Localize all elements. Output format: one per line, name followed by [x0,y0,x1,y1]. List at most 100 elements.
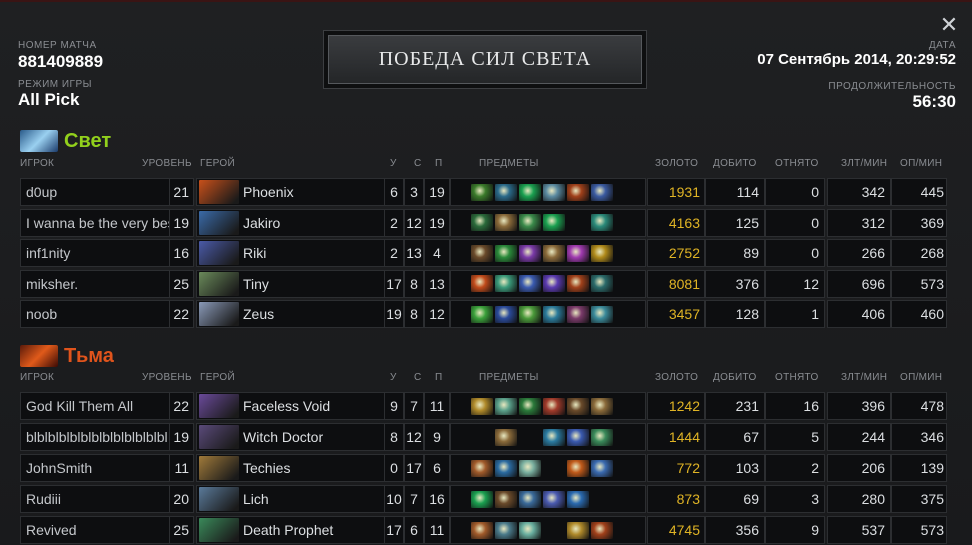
item-icon[interactable] [495,244,517,262]
column-header-denies[interactable]: ОТНЯТО [775,158,819,172]
item-icon[interactable] [471,275,493,292]
item-icon[interactable] [519,275,541,292]
item-icon[interactable] [543,305,565,323]
item-icon[interactable] [471,521,493,539]
item-icon[interactable] [543,428,565,446]
column-header-gold[interactable]: ЗОЛОТО [655,158,698,172]
column-header-assists[interactable]: П [435,158,443,172]
item-icon[interactable] [567,275,589,292]
item-icon[interactable] [591,183,613,201]
column-header-denies[interactable]: ОТНЯТО [775,372,819,386]
column-header-gpm[interactable]: ЗЛТ/МИН [841,372,887,386]
player-row[interactable]: God Kill Them All 22 Faceless Void 9 7 11 1242… [20,392,947,420]
item-icon[interactable] [495,397,517,415]
item-icon[interactable] [567,490,589,508]
item-icon[interactable] [519,305,541,323]
item-icon[interactable] [543,275,565,292]
item-icon[interactable] [591,459,613,477]
column-header-items[interactable]: ПРЕДМЕТЫ [479,158,539,172]
item-icon[interactable] [471,305,493,323]
item-icon[interactable] [567,244,589,262]
hero-cell[interactable]: Witch Doctor [196,423,386,451]
item-icon[interactable] [567,521,589,539]
item-icon[interactable] [471,244,493,262]
item-icon[interactable] [495,214,517,231]
column-header-items[interactable]: ПРЕДМЕТЫ [479,372,539,386]
item-icon[interactable] [519,490,541,508]
item-icon[interactable] [543,490,565,508]
item-icon[interactable] [591,305,613,323]
column-header-kills[interactable]: У [390,372,397,386]
item-icon[interactable] [519,397,541,415]
column-header-assists[interactable]: П [435,372,443,386]
item-icon[interactable] [495,275,517,292]
column-header-level[interactable]: УРОВЕНЬ [142,372,192,386]
player-name[interactable]: JohnSmith [20,454,170,482]
player-name[interactable]: Rudiii [20,485,170,513]
hero-cell[interactable]: Jakiro [196,208,386,237]
item-icon[interactable] [567,428,589,446]
hero-cell[interactable]: Lich [196,485,386,513]
hero-cell[interactable]: Zeus [196,300,386,328]
hero-cell[interactable]: Faceless Void [196,392,386,420]
hero-cell[interactable]: Death Prophet [196,516,386,544]
column-header-xpm[interactable]: ОП/МИН [900,372,942,386]
column-header-player[interactable]: ИГРОК [20,372,54,386]
column-header-last-hits[interactable]: ДОБИТО [713,158,757,172]
player-name[interactable]: d0up [20,178,170,206]
column-header-hero[interactable]: ГЕРОЙ [200,158,235,172]
hero-cell[interactable]: Tiny [196,269,386,298]
close-icon[interactable]: ✕ [938,14,960,36]
item-icon[interactable] [543,183,565,201]
hero-cell[interactable]: Riki [196,239,386,267]
column-header-player[interactable]: ИГРОК [20,158,54,172]
item-icon[interactable] [519,459,541,477]
item-icon[interactable] [591,275,613,292]
hero-cell[interactable]: Phoenix [196,178,386,206]
item-icon[interactable] [543,244,565,262]
item-icon[interactable] [519,214,541,231]
player-row[interactable]: d0up 21 Phoenix 6 3 19 1931 114 0 342 445 [20,178,947,206]
player-row[interactable]: inf1nity 16 Riki 2 13 4 2752 89 0 266 268 [20,239,947,267]
item-icon[interactable] [519,521,541,539]
item-icon[interactable] [495,183,517,201]
item-icon[interactable] [591,428,613,446]
column-header-kills[interactable]: У [390,158,397,172]
player-row[interactable]: I wanna be the very best 19 Jakiro 2 12 19 416… [20,208,947,237]
column-header-deaths[interactable]: С [414,372,422,386]
item-icon[interactable] [567,305,589,323]
player-name[interactable]: Revived [20,516,170,544]
column-header-gold[interactable]: ЗОЛОТО [655,372,698,386]
player-row[interactable]: Rudiii 20 Lich 10 7 16 873 69 3 280 375 [20,485,947,513]
item-icon[interactable] [519,244,541,262]
item-icon[interactable] [567,459,589,477]
item-icon[interactable] [519,183,541,201]
item-icon[interactable] [495,490,517,508]
item-icon[interactable] [567,397,589,415]
item-icon[interactable] [495,305,517,323]
player-row[interactable]: Revived 25 Death Prophet 17 6 11 4745 356 9 537 57… [20,516,947,544]
item-icon[interactable] [543,397,565,415]
item-icon[interactable] [591,214,613,231]
column-header-gpm[interactable]: ЗЛТ/МИН [841,158,887,172]
item-icon[interactable] [543,214,565,231]
player-row[interactable]: JohnSmith 11 Techies 0 17 6 772 103 2 206 139 [20,454,947,482]
column-header-deaths[interactable]: С [414,158,422,172]
player-name[interactable]: noob [20,300,170,328]
player-row[interactable]: blblblblblblblblblblblblbl 19 Witch Doctor… [20,423,947,451]
column-header-xpm[interactable]: ОП/МИН [900,158,942,172]
player-row[interactable]: noob 22 Zeus 19 8 12 3457 128 1 406 460 [20,300,947,328]
column-header-hero[interactable]: ГЕРОЙ [200,372,235,386]
hero-cell[interactable]: Techies [196,454,386,482]
player-name[interactable]: blblblblblblblblblblblblbl [20,423,170,451]
player-name[interactable]: miksher. [20,269,170,298]
item-icon[interactable] [471,183,493,201]
player-row[interactable]: miksher. 25 Tiny 17 8 13 8081 376 12 696 573 [20,269,947,298]
item-icon[interactable] [471,490,493,508]
column-header-last-hits[interactable]: ДОБИТО [713,372,757,386]
item-icon[interactable] [591,397,613,415]
item-icon[interactable] [591,244,613,262]
item-icon[interactable] [591,521,613,539]
player-name[interactable]: God Kill Them All [20,392,170,420]
player-name[interactable]: inf1nity [20,239,170,267]
